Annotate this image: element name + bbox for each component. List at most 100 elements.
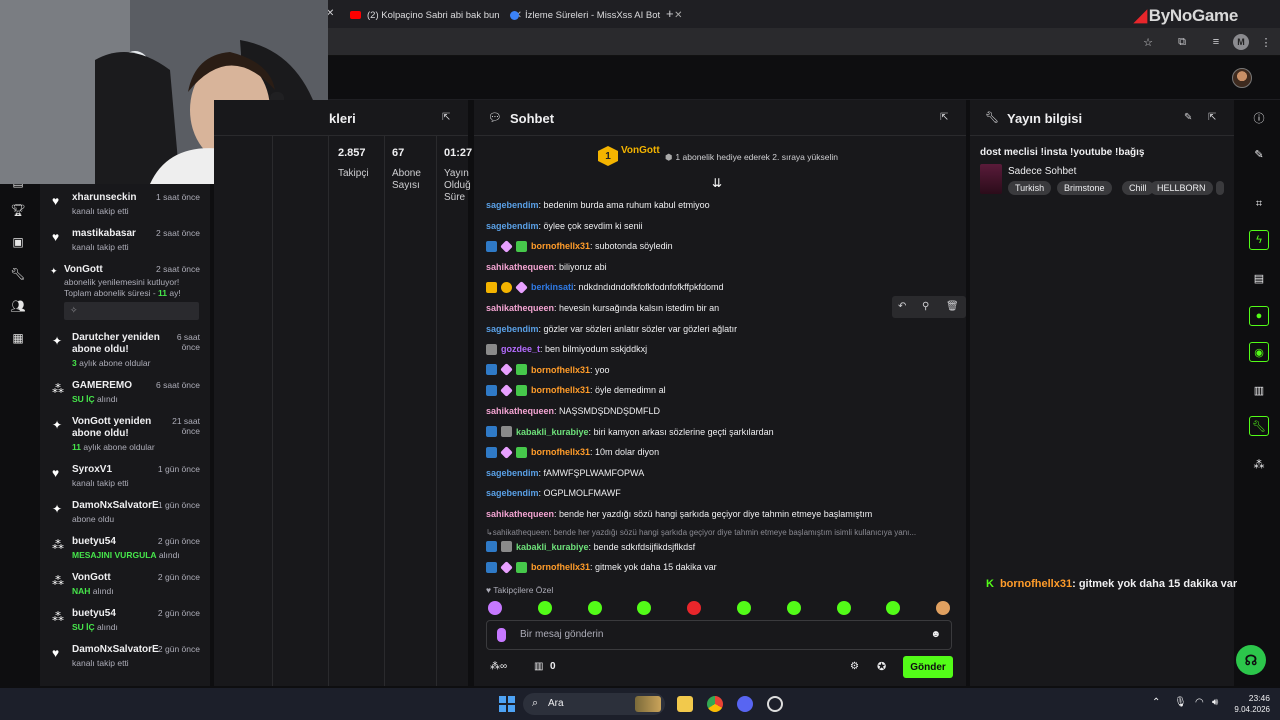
chat-username[interactable]: gozdee_t [501, 344, 540, 354]
menu-icon[interactable]: ⋮ [1258, 34, 1274, 50]
chat-message[interactable]: bornofhellx31: gitmek yok daha 15 dakika… [486, 560, 717, 574]
emote-icon[interactable] [836, 601, 851, 615]
emote-icon[interactable] [587, 601, 602, 615]
chat-message[interactable]: sagebendim: bedenim burda ama ruhum kabu… [486, 198, 710, 212]
notes-icon[interactable]: ▤ [1249, 268, 1269, 288]
send-button[interactable]: Gönder [903, 656, 953, 678]
chat-message[interactable]: berkinsati: ndkdndıdndofkfofkfodnfofkffp… [486, 280, 723, 294]
pencil-icon[interactable]: ✎ [1249, 144, 1269, 164]
app-icon[interactable] [767, 696, 783, 712]
broadcast-icon[interactable]: ◉ [1249, 342, 1269, 362]
help-button[interactable]: ☊ [1236, 645, 1266, 675]
apps-icon[interactable]: ⁂ [1249, 454, 1269, 474]
store-icon[interactable]: ▥ [534, 661, 543, 672]
taskbar-search[interactable]: ⌕ Ara [523, 693, 665, 715]
chat-message[interactable]: sagebendim: fAMWFŞPLWAMFOPWA [486, 466, 644, 480]
emote-icon[interactable] [936, 601, 951, 615]
delete-icon[interactable]: 🗑︎ [946, 301, 959, 312]
chat-username[interactable]: sahikathequeen [486, 509, 554, 519]
chat-message[interactable]: gozdee_t: ben bilmiyodum sskjddkxj [486, 342, 647, 356]
chrome-icon[interactable] [707, 696, 723, 712]
emote-icon[interactable] [637, 601, 652, 615]
wifi-icon[interactable]: ◠ [1195, 697, 1204, 708]
trophy-icon[interactable]: 🏆︎ [10, 202, 26, 218]
bolt-icon[interactable]: ϟ [1249, 230, 1269, 250]
emote-icon[interactable] [687, 601, 702, 615]
chat-username[interactable]: sahikathequeen [486, 406, 554, 416]
crop-icon[interactable]: ⌗ [1249, 194, 1269, 214]
chat-message[interactable]: kabakli_kurabiye: biri kamyon arkası söz… [486, 425, 774, 439]
points-icon[interactable]: ⁂∞ [490, 661, 507, 672]
users-icon[interactable]: 👥︎ [10, 298, 26, 314]
chat-username[interactable]: sagebendim [486, 324, 539, 334]
chat-message[interactable]: sagebendim: öylee çok sevdim ki senii [486, 219, 643, 233]
wrench-icon[interactable]: 🔧︎ [1249, 416, 1269, 436]
chat-username[interactable]: bornofhellx31 [531, 447, 590, 457]
emote-icon[interactable] [786, 601, 801, 615]
chat-username[interactable]: kabakli_kurabiye [516, 542, 589, 552]
discord-icon[interactable] [737, 696, 753, 712]
chat-username[interactable]: sagebendim [486, 488, 539, 498]
chat-username[interactable]: sahikathequeen [486, 262, 554, 272]
chat-username[interactable]: bornofhellx31 [531, 365, 590, 375]
chat-message[interactable]: bornofhellx31: öyle demedimn al [486, 383, 666, 397]
close-tab-icon[interactable]: ✕ [674, 10, 682, 21]
chat-message[interactable]: bornofhellx31: 10m dolar diyon [486, 445, 659, 459]
mic-icon[interactable] [497, 628, 506, 642]
volume-icon[interactable]: 🔊︎ [1212, 697, 1218, 708]
pinned-user[interactable]: VonGott [621, 145, 660, 156]
chat-username[interactable]: berkinsati [531, 282, 574, 292]
chat-message[interactable]: sahikathequeen: hevesin kursağında kalsı… [486, 301, 719, 315]
taskbar-time[interactable]: 23:46 [1246, 693, 1270, 703]
star-icon[interactable]: ☆ [1140, 34, 1156, 50]
chat-username[interactable]: kabakli_kurabiye [516, 427, 589, 437]
file-explorer-icon[interactable] [677, 696, 693, 712]
emote-icon[interactable] [488, 601, 502, 615]
emote-icon[interactable] [537, 601, 552, 615]
chat-message[interactable]: bornofhellx31: yoo [486, 363, 610, 377]
chat-message[interactable]: bornofhellx31: subotonda söyledin [486, 239, 673, 253]
emote-icon[interactable] [886, 601, 901, 615]
popout-icon[interactable]: ⇱ [442, 112, 450, 123]
chat-message[interactable]: sahikathequeen: NAŞSMDŞDNDŞDMFLD [486, 404, 660, 418]
chat-icon[interactable]: ● [1249, 306, 1269, 326]
scroll-indicator-icon[interactable]: ⇊ [712, 176, 722, 190]
category-name[interactable]: Sadece Sohbet [1008, 166, 1076, 177]
wrench-icon[interactable]: 🔧︎ [10, 266, 26, 282]
chat-message[interactable]: sahikathequeen: biliyoruz abi [486, 260, 607, 274]
tray-chevron-icon[interactable]: ⌃ [1152, 697, 1160, 708]
layout-icon[interactable]: ▥ [1249, 380, 1269, 400]
edit-icon[interactable]: ✎ [1184, 112, 1192, 123]
popout-icon[interactable]: ⇱ [1208, 112, 1216, 123]
emote-picker-icon[interactable]: ✪ [877, 660, 886, 673]
gear-icon[interactable]: ⚙ [850, 661, 859, 672]
pin-icon[interactable]: ⚲ [922, 301, 929, 312]
chat-username[interactable]: sahikathequeen [486, 303, 554, 313]
popout-icon[interactable]: ⇱ [940, 112, 948, 123]
new-tab-button[interactable]: + [666, 6, 674, 21]
dashboard-icon[interactable]: ▦ [10, 330, 26, 346]
windows-start-icon[interactable] [499, 696, 515, 712]
chat-message[interactable]: sahikathequeen: bende her yazdığı sözü h… [486, 507, 872, 521]
avatar[interactable] [1232, 68, 1252, 88]
info-icon[interactable]: ⓘ [1249, 108, 1269, 128]
chat-username[interactable]: sagebendim [486, 468, 539, 478]
profile-avatar[interactable]: M [1233, 34, 1249, 50]
chat-username[interactable]: sagebendim [486, 200, 539, 210]
chat-username[interactable]: bornofhellx31 [531, 241, 590, 251]
emote-icon[interactable] [737, 601, 751, 615]
video-icon[interactable]: ▣ [10, 234, 26, 250]
microphone-icon[interactable]: 🎙︎ [1174, 697, 1187, 708]
chat-username[interactable]: bornofhellx31 [531, 562, 590, 572]
extensions-icon[interactable]: ⧉ [1174, 34, 1190, 50]
emoji-icon[interactable]: ☻ [930, 629, 941, 640]
chat-message[interactable]: kabakli_kurabiye: bende sdkıfdsijfikdsjf… [486, 540, 695, 554]
chat-message[interactable]: sagebendim: OGPLMOLFMAWF [486, 486, 621, 500]
reply-icon[interactable]: ↶ [898, 301, 906, 312]
chat-username[interactable]: bornofhellx31 [531, 385, 590, 395]
browser-tab-izleme[interactable]: İzleme Süreleri - MissXss AI Bot ✕ [502, 4, 691, 26]
chat-message[interactable]: sagebendim: gözler var sözleri anlatır s… [486, 322, 737, 336]
category-thumbnail[interactable] [980, 164, 1002, 194]
taskbar-date[interactable]: 9.04.2026 [1228, 705, 1270, 714]
chat-input[interactable]: Bir mesaj gönderin ☻ [486, 620, 952, 650]
